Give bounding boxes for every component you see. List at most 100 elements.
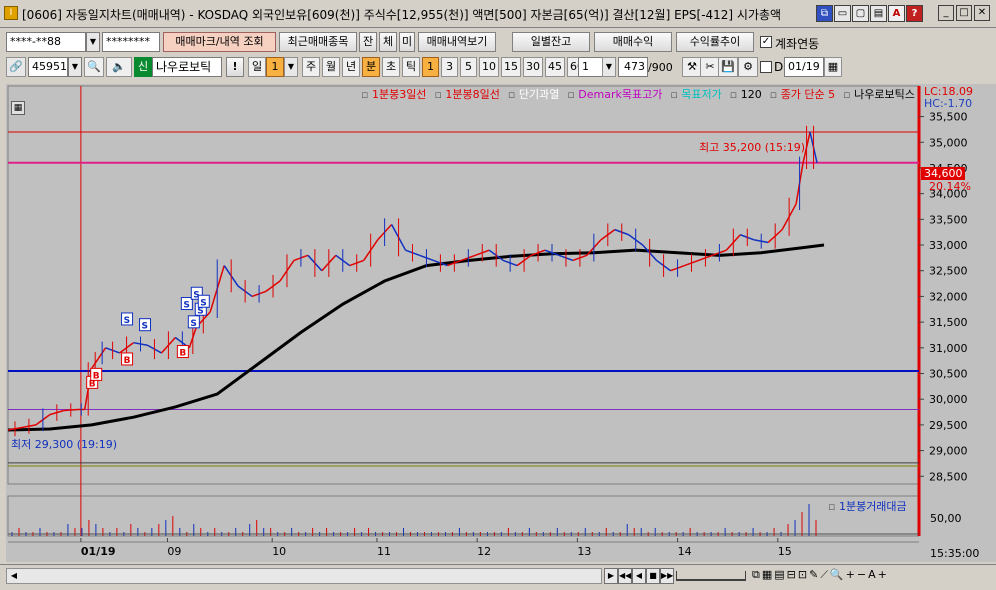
legend-marker: ▫: [769, 88, 781, 101]
period-minute[interactable]: 분: [362, 57, 380, 77]
stock-name-field[interactable]: 나우로보틱: [152, 57, 222, 77]
font-icon[interactable]: A: [888, 5, 905, 22]
close-icon[interactable]: ✕: [974, 5, 990, 21]
save-icon[interactable]: 💾: [718, 57, 738, 77]
legend-item[interactable]: 목표저가: [681, 88, 721, 101]
period-year[interactable]: 년: [342, 57, 360, 77]
ruler-icon[interactable]: ⊟: [787, 568, 798, 581]
interval-5[interactable]: 5: [460, 57, 477, 77]
current-price-tag: 34,600: [921, 167, 965, 180]
nav-button-4[interactable]: ▶▶: [660, 568, 674, 584]
period-week[interactable]: 주: [302, 57, 320, 77]
account-link-checkbox[interactable]: ✓: [760, 36, 772, 48]
trade-marker-label: B: [124, 356, 131, 366]
table-icon[interactable]: ▤: [774, 568, 786, 581]
y-tick-label: 31,500: [929, 316, 968, 329]
date-checkbox[interactable]: [760, 61, 772, 73]
stock-code-input[interactable]: 459510: [28, 57, 68, 77]
line-icon[interactable]: ⟋: [820, 568, 830, 581]
legend-item[interactable]: 나우로보틱스: [854, 88, 915, 101]
maximize-icon[interactable]: □: [956, 5, 972, 21]
add-icon[interactable]: +: [878, 568, 889, 581]
unfilled-button[interactable]: 미: [399, 32, 415, 52]
minimize-icon[interactable]: _: [938, 5, 954, 21]
pin-icon[interactable]: ⧉: [816, 5, 833, 22]
interval-15[interactable]: 15: [501, 57, 521, 77]
account-dropdown-icon[interactable]: ▼: [86, 32, 100, 52]
link-icon[interactable]: 🔗: [6, 57, 26, 77]
range-total: /900: [648, 61, 673, 74]
zoom-out-icon[interactable]: −: [857, 568, 868, 581]
alert-button[interactable]: !: [226, 57, 244, 77]
speaker-icon[interactable]: 🔈: [106, 57, 132, 77]
trade-profit-button[interactable]: 매매수익: [594, 32, 672, 52]
count-input[interactable]: 1: [578, 57, 604, 77]
legend-marker: ▫: [843, 88, 855, 101]
hc-value: HC:-1.70: [924, 97, 973, 110]
date-input[interactable]: 01/19: [784, 57, 824, 77]
code-dropdown-icon[interactable]: ▼: [68, 57, 82, 77]
tile-icon[interactable]: ▤: [870, 5, 887, 22]
text-icon[interactable]: A: [868, 568, 878, 581]
nav-button-1[interactable]: ◀◀: [618, 568, 632, 584]
password-input[interactable]: ********: [102, 32, 160, 52]
trade-marker-label: S: [124, 316, 130, 326]
legend-item[interactable]: Demark목표고가: [578, 88, 662, 101]
window-title: [0606] 자동일지차트(매매내역) - KOSDAQ 외국인보유[609(천…: [22, 8, 782, 22]
trade-history-button[interactable]: 매매내역보기: [418, 32, 496, 52]
tool-icon[interactable]: ⚒: [682, 57, 702, 77]
x-tick-label: 13: [577, 545, 591, 558]
daily-balance-button[interactable]: 일별잔고: [512, 32, 590, 52]
layout-icon[interactable]: ⧉: [752, 568, 762, 581]
mark-query-button[interactable]: 매매마크/내역 조회: [163, 32, 276, 52]
count-dropdown-icon[interactable]: ▼: [602, 57, 616, 77]
draw-icon[interactable]: ✎: [809, 568, 820, 581]
grid-toggle-icon[interactable]: ▦: [11, 101, 25, 115]
title-bar: I [0606] 자동일지차트(매매내역) - KOSDAQ 외국인보유[609…: [0, 0, 996, 28]
period-tick[interactable]: 틱: [402, 57, 420, 77]
x-tick-label: 10: [272, 545, 286, 558]
horizontal-scrollbar[interactable]: ◀: [6, 568, 602, 584]
period-day[interactable]: 일: [248, 57, 266, 77]
interval-10[interactable]: 10: [479, 57, 499, 77]
legend-item[interactable]: 1분봉3일선: [372, 88, 426, 101]
help-icon[interactable]: ?: [906, 5, 923, 22]
day-dropdown-icon[interactable]: ▼: [284, 57, 298, 77]
legend-item[interactable]: 120: [741, 88, 762, 101]
scroll-left-icon[interactable]: ◀: [7, 569, 21, 583]
legend-item[interactable]: 1분봉8일선: [445, 88, 499, 101]
balance-button[interactable]: 잔: [359, 32, 377, 52]
recent-trades-button[interactable]: 최근매매종목: [279, 32, 357, 52]
interval-3[interactable]: 3: [441, 57, 458, 77]
chart-area[interactable]: 35,50035,00034,50034,00033,50033,00032,5…: [6, 84, 996, 562]
magnifier-icon[interactable]: 🔍: [830, 568, 846, 581]
settings-icon[interactable]: ⚙: [738, 57, 758, 77]
nav-button-0[interactable]: ▶: [604, 568, 618, 584]
zoom-in-icon[interactable]: +: [846, 568, 857, 581]
account-input[interactable]: ****-**88: [6, 32, 86, 52]
search-icon[interactable]: 🔍: [84, 57, 104, 77]
nav-button-2[interactable]: ◀: [632, 568, 646, 584]
zoom-slider[interactable]: [676, 571, 746, 581]
minimize-panel-icon[interactable]: ▭: [834, 5, 851, 22]
scissors-icon[interactable]: ✂: [700, 57, 720, 77]
period-day-count[interactable]: 1: [266, 57, 284, 77]
nav-button-3[interactable]: ■: [646, 568, 660, 584]
legend-item[interactable]: 단기과열: [519, 88, 559, 101]
calendar-icon[interactable]: ▦: [824, 57, 842, 77]
fit-icon[interactable]: ⊡: [798, 568, 809, 581]
interval-30[interactable]: 30: [523, 57, 543, 77]
chart-toolbar: 🔗 459510 ▼ 🔍 🔈 신 나우로보틱 ! 일 1 ▼ 주 월 년 분 초…: [0, 55, 996, 79]
period-second[interactable]: 초: [382, 57, 400, 77]
high-label: 최고 35,200 (15:19): [699, 141, 806, 154]
price-chart[interactable]: 35,50035,00034,50034,00033,50033,00032,5…: [6, 84, 996, 562]
period-month[interactable]: 월: [322, 57, 340, 77]
interval-1[interactable]: 1: [422, 57, 439, 77]
executed-button[interactable]: 체: [379, 32, 397, 52]
return-trend-button[interactable]: 수익률추이: [676, 32, 754, 52]
range-current-input[interactable]: 473: [618, 57, 648, 77]
window-icon[interactable]: ▢: [852, 5, 869, 22]
legend-item[interactable]: 종가 단순 5: [781, 88, 835, 101]
grid-icon[interactable]: ▦: [762, 568, 774, 581]
interval-45[interactable]: 45: [545, 57, 565, 77]
